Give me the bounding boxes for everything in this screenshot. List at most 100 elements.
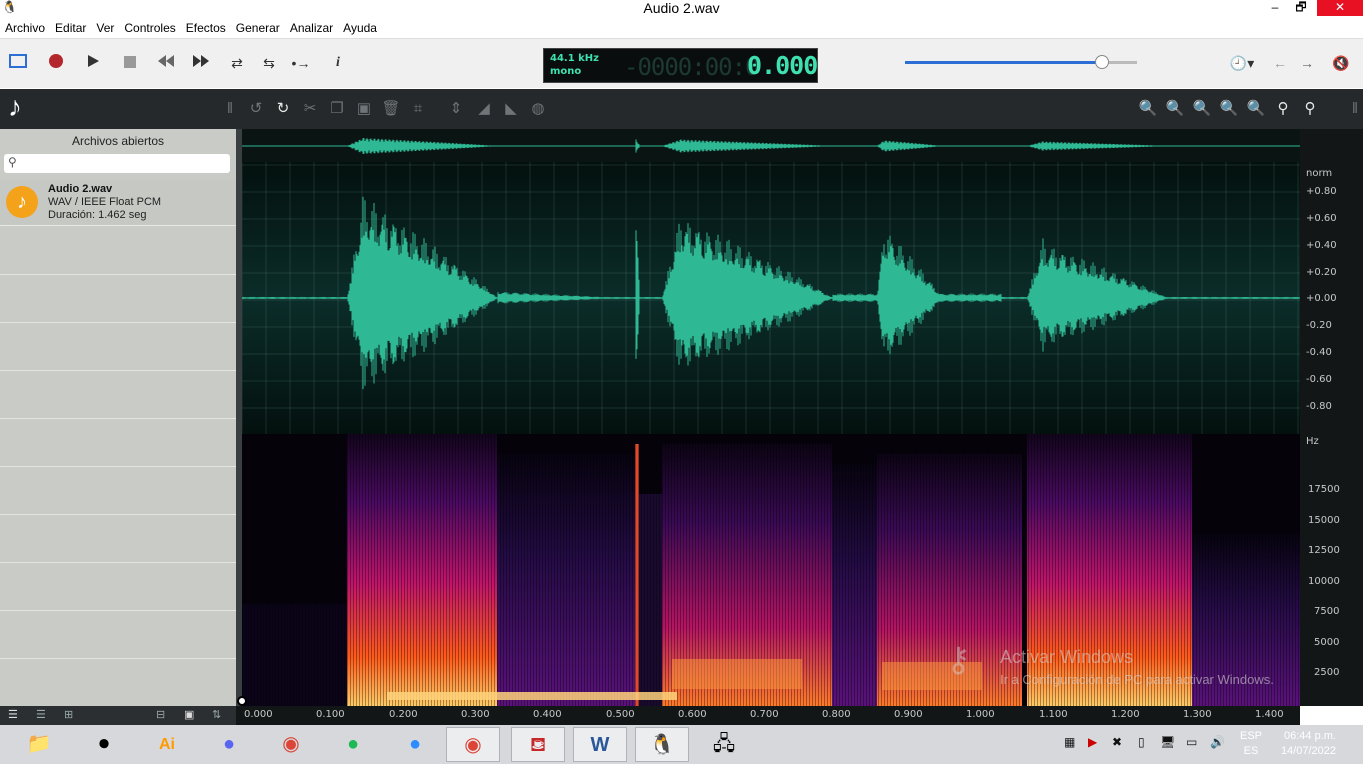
grid-view-icon[interactable]: ⊞	[64, 708, 73, 721]
audio-editor-icon[interactable]: 🐧	[635, 727, 689, 762]
vertical-zoom-in-icon[interactable]: ⚲	[1273, 99, 1293, 119]
amp-label: +0.40	[1306, 240, 1337, 251]
menu-efectos[interactable]: Efectos	[181, 18, 231, 38]
tray-network-icon[interactable]: 🖥	[1160, 735, 1175, 749]
menu-ver[interactable]: Ver	[91, 18, 119, 38]
menu-editar[interactable]: Editar	[50, 18, 91, 38]
collapse-icon[interactable]: ⊟	[156, 708, 165, 721]
loop-icon[interactable]: ⇄	[227, 53, 247, 73]
file-item[interactable]: ♪ Audio 2.wav WAV / IEEE Float PCM Durac…	[0, 180, 236, 226]
divider	[0, 610, 236, 611]
delete-icon[interactable]: 🗑	[381, 99, 401, 119]
menu-ayuda[interactable]: Ayuda	[338, 18, 382, 38]
cut-icon[interactable]: ✂	[300, 99, 320, 119]
obs-icon[interactable]: ⏺	[77, 727, 131, 762]
network-icon[interactable]: 🖧	[697, 727, 751, 762]
normalize-icon[interactable]: ⇕	[446, 99, 466, 119]
image-view-icon[interactable]: ▣	[184, 708, 194, 721]
divider	[0, 274, 236, 275]
tray-flag-icon[interactable]: ▶	[1088, 735, 1097, 749]
close-button[interactable]: ✕	[1317, 0, 1363, 16]
zoom-all-icon[interactable]: 🔍	[1246, 99, 1266, 119]
stop-icon[interactable]	[120, 53, 140, 73]
play-to-icon[interactable]: •→	[291, 53, 311, 73]
mute-icon[interactable]: 🔇	[1331, 53, 1351, 73]
clock[interactable]: 06:44 p.m. 14/07/2022	[1262, 729, 1336, 759]
discord-icon[interactable]: ●	[202, 727, 256, 762]
sort-icon[interactable]: ⇅	[212, 708, 221, 721]
chrome-icon[interactable]: ◉	[264, 727, 318, 762]
effect-icon[interactable]: ◍	[528, 99, 548, 119]
time-label: 1.200	[1111, 709, 1140, 720]
playhead-marker[interactable]	[237, 696, 247, 706]
amp-label: -0.40	[1306, 347, 1332, 358]
search-icon: ⚲	[8, 155, 17, 169]
zoom-out-icon[interactable]: 🔍	[1165, 99, 1185, 119]
time-label: 1.400	[1255, 709, 1284, 720]
back-arrow-icon[interactable]: ←	[1270, 53, 1290, 73]
time-label: 0.600	[678, 709, 707, 720]
tray-device-icon[interactable]: ▯	[1138, 735, 1145, 749]
time-label: 1.000	[966, 709, 995, 720]
acrobat-icon[interactable]: ⛾	[511, 727, 565, 762]
spectrogram-view[interactable]	[242, 434, 1300, 706]
crop-icon[interactable]: ⌗	[408, 99, 428, 119]
tray-tool-icon[interactable]: ✖	[1112, 735, 1122, 749]
copy-icon[interactable]: ❐	[327, 99, 347, 119]
amp-label: -0.80	[1306, 401, 1332, 412]
amp-label: +0.80	[1306, 186, 1337, 197]
play-icon[interactable]	[83, 53, 103, 73]
illustrator-icon[interactable]: Ai	[140, 727, 194, 762]
volume-slider[interactable]	[905, 55, 1137, 69]
time-ruler[interactable]: 0.000 0.100 0.200 0.300 0.400 0.500 0.60…	[236, 706, 1300, 725]
amp-label: -0.60	[1306, 374, 1332, 385]
fade-in-icon[interactable]: ◢	[474, 99, 494, 119]
fade-out-icon[interactable]: ◣	[501, 99, 521, 119]
zoom-in-icon[interactable]: 🔍	[1138, 99, 1158, 119]
menu-archivo[interactable]: Archivo	[0, 18, 50, 38]
zoom-icon[interactable]: ●	[388, 727, 442, 762]
amp-label: norm	[1306, 168, 1333, 179]
file-explorer-icon[interactable]: 📁	[12, 727, 66, 762]
history-icon[interactable]: 🕘▾	[1228, 53, 1256, 73]
activation-watermark-subtitle: Ir a Configuración de PC para activar Wi…	[1000, 672, 1274, 687]
menu-generar[interactable]: Generar	[231, 18, 285, 38]
zoom-fit-icon[interactable]: 🔍	[1192, 99, 1212, 119]
record-icon[interactable]	[46, 53, 66, 73]
loop-selection-icon[interactable]: ⇆	[259, 53, 279, 73]
maximize-button[interactable]: 🗗	[1286, 0, 1316, 16]
waveform-view[interactable]	[241, 162, 1300, 434]
current-time: 0.000	[747, 51, 818, 80]
info-icon[interactable]: i	[328, 53, 348, 73]
undo-icon[interactable]: ↺	[246, 99, 266, 119]
time-label: 1.100	[1039, 709, 1068, 720]
detail-view-icon[interactable]: ☰	[36, 708, 46, 721]
menu-analizar[interactable]: Analizar	[285, 18, 338, 38]
amp-label: +0.20	[1306, 267, 1337, 278]
zoom-selection-icon[interactable]: 🔍	[1219, 99, 1239, 119]
search-input[interactable]	[24, 155, 224, 171]
chrome-icon[interactable]: ◉	[446, 727, 500, 762]
volume-thumb[interactable]	[1095, 55, 1110, 69]
open-files-panel: Archivos abiertos ⚲ ♪ Audio 2.wav WAV / …	[0, 129, 236, 706]
list-view-icon[interactable]: ☰	[8, 708, 18, 721]
fast-forward-icon[interactable]	[191, 53, 211, 73]
tray-monitor-icon[interactable]: ▭	[1186, 735, 1197, 749]
language-indicator[interactable]: ESP ES	[1240, 729, 1262, 759]
tray-app-icon[interactable]: ▦	[1064, 735, 1075, 749]
rewind-icon[interactable]	[156, 53, 176, 73]
spotify-icon[interactable]: ●	[326, 727, 380, 762]
volume-icon[interactable]: 🔊	[1210, 735, 1225, 749]
title-bar: 🐧 Audio 2.wav – 🗗 ✕	[0, 0, 1363, 16]
overview-strip[interactable]	[242, 129, 1300, 162]
word-icon[interactable]: W	[573, 727, 627, 762]
redo-icon[interactable]: ↻	[273, 99, 293, 119]
vertical-zoom-out-icon[interactable]: ⚲	[1300, 99, 1320, 119]
paste-icon[interactable]: ▣	[354, 99, 374, 119]
menu-controles[interactable]: Controles	[119, 18, 180, 38]
app-window: 🐧 Audio 2.wav – 🗗 ✕ Archivo Editar Ver C…	[0, 0, 1363, 764]
time-label: 0.200	[389, 709, 418, 720]
select-mode-icon[interactable]	[8, 53, 28, 73]
forward-arrow-icon[interactable]: →	[1297, 53, 1317, 73]
search-box[interactable]: ⚲	[4, 154, 230, 173]
